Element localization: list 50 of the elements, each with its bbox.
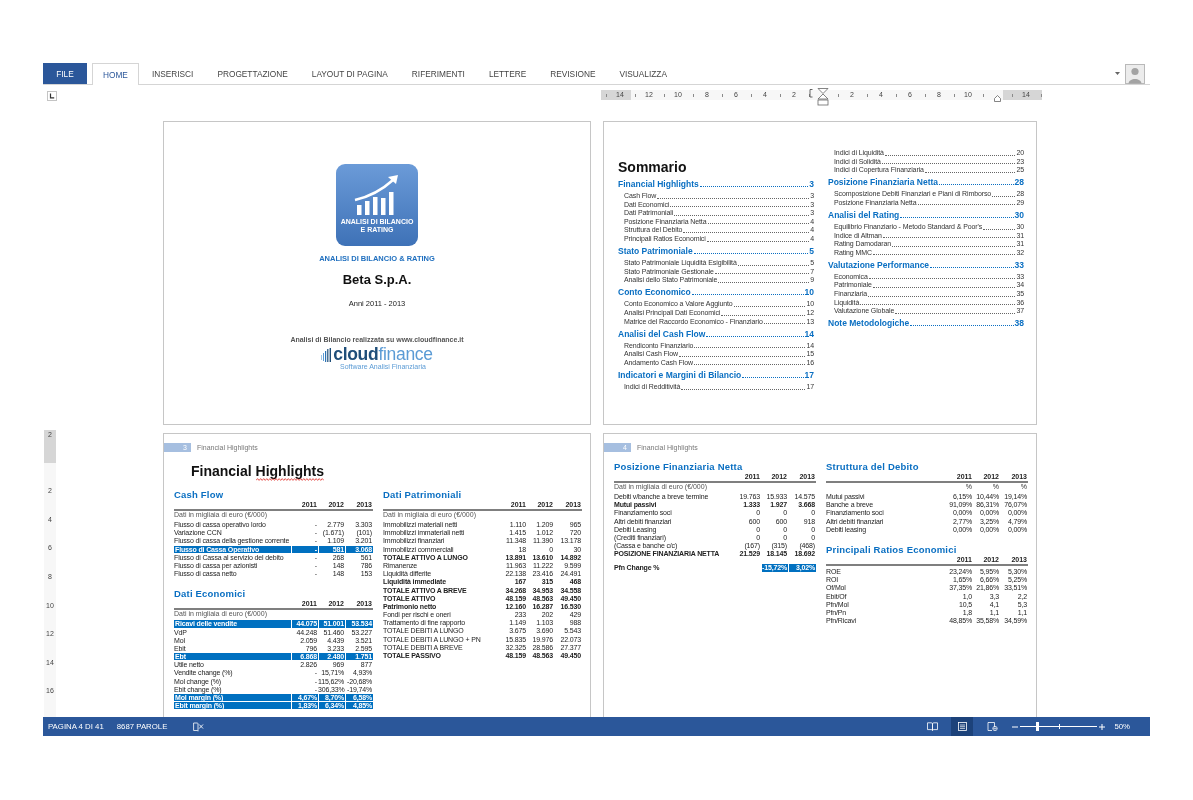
page-title: Financial Highlights bbox=[191, 463, 324, 480]
page-number: 38 bbox=[1014, 317, 1024, 330]
section-heading: Cash Flow bbox=[174, 489, 225, 501]
section-heading: Dati Economici bbox=[174, 588, 247, 601]
company-name: Beta S.p.A. bbox=[342, 272, 412, 287]
web-page-icon bbox=[986, 722, 998, 731]
toc-heading: Note Metodologiche bbox=[828, 317, 910, 330]
right-indent-icon[interactable] bbox=[993, 95, 1001, 102]
toc-heading: Stato Patrimoniale bbox=[618, 245, 693, 258]
page-number: 17 bbox=[804, 368, 814, 381]
brand-logo-text: cloudfinance bbox=[333, 347, 433, 362]
indent-marker-icon[interactable] bbox=[809, 88, 829, 106]
ribbon-tab[interactable]: INSERISCI bbox=[140, 63, 205, 84]
page-number: 10 bbox=[804, 286, 814, 299]
toc-heading: Analisi del Rating bbox=[828, 208, 900, 221]
tab-stop-icon[interactable] bbox=[47, 91, 57, 101]
ribbon-tab[interactable]: REVISIONE bbox=[539, 63, 607, 84]
toc-heading: Analisi del Cash Flow bbox=[618, 327, 706, 340]
toc-heading: Conto Economico bbox=[618, 286, 691, 299]
section-heading: Struttura del Debito bbox=[826, 461, 920, 473]
ribbon-tab[interactable]: RIFERIMENTI bbox=[400, 63, 476, 84]
proofing-icon[interactable] bbox=[193, 721, 205, 732]
page-number: 5 bbox=[809, 245, 814, 258]
open-book-icon bbox=[926, 722, 938, 731]
page-number: 28 bbox=[1014, 176, 1024, 189]
page-icon bbox=[956, 722, 968, 731]
ribbon-tab[interactable]: PROGETTAZIONE bbox=[206, 63, 299, 84]
toc-heading: Indicatori e Margini di Bilancio bbox=[618, 368, 742, 381]
print-layout-button[interactable] bbox=[951, 717, 974, 736]
page-number: 14 bbox=[804, 327, 814, 340]
toc-heading: Posizione Finanziaria Netta bbox=[828, 176, 939, 189]
page-number: 3 bbox=[809, 178, 814, 190]
caret-icon[interactable] bbox=[1115, 72, 1120, 75]
ribbon-tab[interactable]: LETTERE bbox=[477, 63, 538, 84]
toc-title: Sommario bbox=[618, 159, 687, 176]
section-heading: Posizione Finanziaria Netta bbox=[614, 461, 744, 473]
file-menu-button[interactable]: FILE bbox=[43, 63, 87, 84]
section-heading: Dati Patrimoniali bbox=[383, 489, 463, 501]
ribbon-tab[interactable]: VISUALIZZA bbox=[608, 63, 678, 84]
toc-heading: Financial Highlights bbox=[618, 178, 699, 190]
section-heading: Principali Ratios Economici bbox=[826, 543, 958, 556]
page-number: 30 bbox=[1014, 208, 1024, 221]
ribbon-tab[interactable]: LAYOUT DI PAGINA bbox=[300, 63, 399, 84]
ribbon-tab[interactable]: HOME bbox=[92, 63, 139, 85]
minus-icon[interactable] bbox=[1012, 723, 1019, 730]
slider-thumb[interactable] bbox=[1035, 722, 1039, 731]
stripes-icon bbox=[321, 347, 332, 362]
plus-icon[interactable] bbox=[1099, 723, 1106, 730]
page-number: 33 bbox=[1014, 258, 1024, 271]
toc-heading: Valutazione Performance bbox=[828, 258, 930, 271]
